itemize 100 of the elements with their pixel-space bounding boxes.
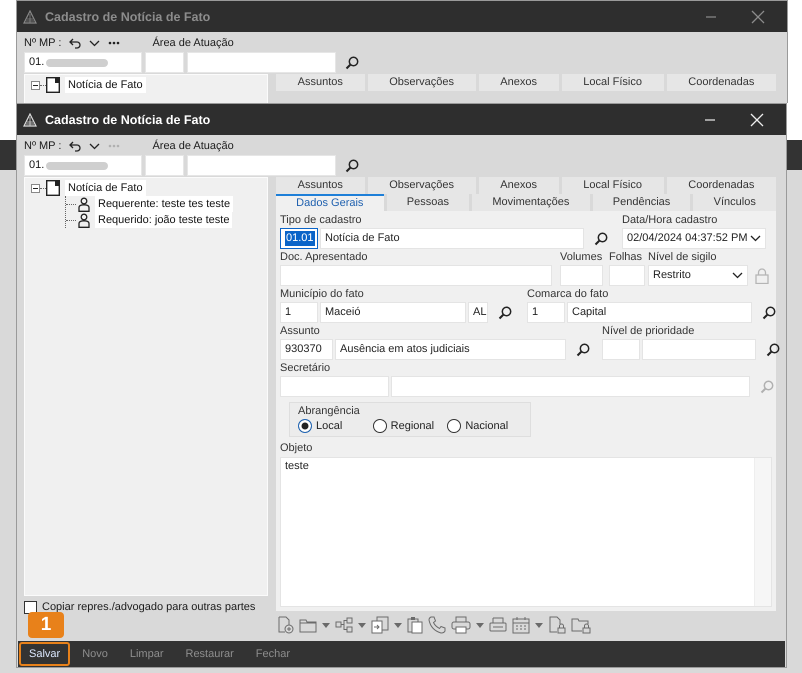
copy-icon[interactable] [371, 616, 389, 634]
input-field[interactable]: Notícia de Fato [320, 228, 584, 249]
chevron-down-icon[interactable] [89, 40, 100, 46]
document-icon [46, 77, 60, 93]
caret-icon[interactable] [394, 622, 402, 628]
printer-icon[interactable] [451, 616, 471, 634]
input-field[interactable] [280, 376, 389, 397]
tab[interactable]: Vínculos [693, 194, 776, 211]
tab[interactable]: Dados Gerais [276, 194, 384, 211]
input-field[interactable] [187, 52, 336, 73]
callout-badge: 1 [28, 612, 64, 638]
search-icon[interactable] [766, 342, 780, 356]
input-field[interactable]: 1 [280, 302, 318, 323]
radio-label[interactable]: Nacional [465, 420, 508, 432]
locked-document-icon[interactable] [548, 616, 566, 634]
tab[interactable]: Local Físico [562, 177, 664, 194]
tab[interactable]: Observações [368, 74, 476, 91]
scanner-icon[interactable] [489, 617, 507, 633]
input-field[interactable] [145, 52, 184, 73]
document-icon [46, 180, 60, 196]
tree-item[interactable]: Requerido: joão teste teste [95, 212, 232, 228]
collapse-icon[interactable] [31, 184, 40, 192]
caret-icon[interactable] [535, 622, 543, 628]
tab[interactable]: Observações [368, 177, 476, 194]
input-field[interactable] [145, 155, 184, 176]
save-button[interactable]: Salvar [19, 642, 70, 666]
field-label: Doc. Apresentado [280, 250, 368, 265]
radio-button[interactable] [372, 419, 387, 433]
tab[interactable]: Anexos [478, 177, 559, 194]
tab[interactable]: Coordenadas [666, 74, 776, 91]
input-field[interactable]: Ausência em atos judiciais [335, 339, 566, 360]
scrollbar[interactable] [754, 458, 771, 606]
tab[interactable]: Pessoas [386, 194, 470, 211]
chevron-down-icon[interactable] [732, 272, 743, 279]
field-label: Folhas [609, 250, 644, 265]
undo-icon[interactable] [69, 38, 82, 48]
redacted-text [46, 58, 108, 68]
input-field[interactable] [602, 339, 640, 360]
tab[interactable]: Coordenadas [666, 177, 776, 194]
text-area[interactable]: teste [280, 457, 772, 607]
radio-button[interactable] [447, 419, 462, 433]
tab[interactable]: Assuntos [276, 177, 365, 194]
field-label: Tipo de cadastro [280, 213, 363, 228]
caret-icon[interactable] [358, 622, 366, 628]
search-icon[interactable] [762, 306, 776, 320]
folder-icon[interactable] [299, 617, 317, 633]
field-label: Data/Hora cadastro [622, 213, 718, 228]
new-document-icon[interactable] [276, 616, 294, 634]
input-field[interactable] [391, 376, 750, 397]
tree-item[interactable]: Notícia de Fato [65, 180, 146, 196]
dropdown[interactable]: Restrito [648, 265, 748, 286]
input-field[interactable]: 930370 [280, 339, 333, 360]
caret-icon[interactable] [476, 622, 484, 628]
input-field[interactable]: AL [468, 302, 488, 323]
locked-folder-icon[interactable] [571, 616, 591, 634]
caret-icon[interactable] [322, 622, 330, 628]
tab[interactable]: Assuntos [276, 74, 365, 91]
input-field[interactable] [187, 155, 336, 176]
input-field[interactable]: Maceió [320, 302, 466, 323]
search-icon[interactable] [576, 342, 590, 356]
more-icon[interactable] [108, 41, 120, 45]
radio-label[interactable]: Local [316, 420, 342, 432]
field-label: Nº MP : [24, 140, 62, 152]
chevron-down-icon[interactable] [89, 142, 100, 150]
search-icon[interactable] [594, 232, 608, 246]
input-field[interactable]: 01. [24, 155, 142, 176]
tree-item[interactable]: Notícia de Fato [65, 77, 146, 93]
search-icon[interactable] [345, 158, 359, 172]
chevron-down-icon[interactable] [750, 235, 761, 242]
input-field[interactable] [560, 265, 603, 286]
undo-icon[interactable] [69, 140, 82, 152]
tab[interactable]: Pendências [592, 194, 690, 211]
field-label: Nº MP : [24, 37, 62, 49]
tree-item[interactable]: Requerente: teste tes teste [95, 196, 234, 212]
field-label: Volumes [560, 250, 603, 265]
tab[interactable]: Movimentações [472, 194, 590, 211]
tab[interactable]: Local Físico [562, 74, 664, 91]
input-field[interactable] [280, 265, 552, 286]
checkbox-label[interactable]: Copiar repres./advogado para outras partes [42, 601, 256, 613]
tab[interactable]: Anexos [478, 74, 559, 91]
search-icon[interactable] [498, 306, 512, 320]
collapse-icon[interactable] [31, 80, 40, 90]
radio-button[interactable] [298, 419, 312, 433]
radio-label[interactable]: Regional [390, 420, 434, 432]
person-icon [78, 196, 90, 212]
calendar-icon[interactable] [512, 616, 530, 634]
input-field[interactable]: 01.01 [280, 228, 318, 249]
field-label: Área de Atuação [152, 140, 234, 152]
phone-icon[interactable] [428, 616, 446, 634]
input-field[interactable] [642, 339, 756, 360]
input-field[interactable]: Capital [567, 302, 752, 323]
input-field[interactable]: 01. [24, 52, 142, 73]
input-field[interactable] [609, 265, 645, 286]
date-picker[interactable]: 02/04/2024 04:37:52 PM [622, 228, 766, 249]
field-label: Comarca do fato [527, 287, 610, 302]
clipboard-icon[interactable] [407, 616, 423, 634]
search-icon[interactable] [345, 56, 359, 70]
hierarchy-icon[interactable] [335, 617, 353, 633]
checkbox[interactable] [24, 600, 37, 614]
input-field[interactable]: 1 [527, 302, 565, 323]
